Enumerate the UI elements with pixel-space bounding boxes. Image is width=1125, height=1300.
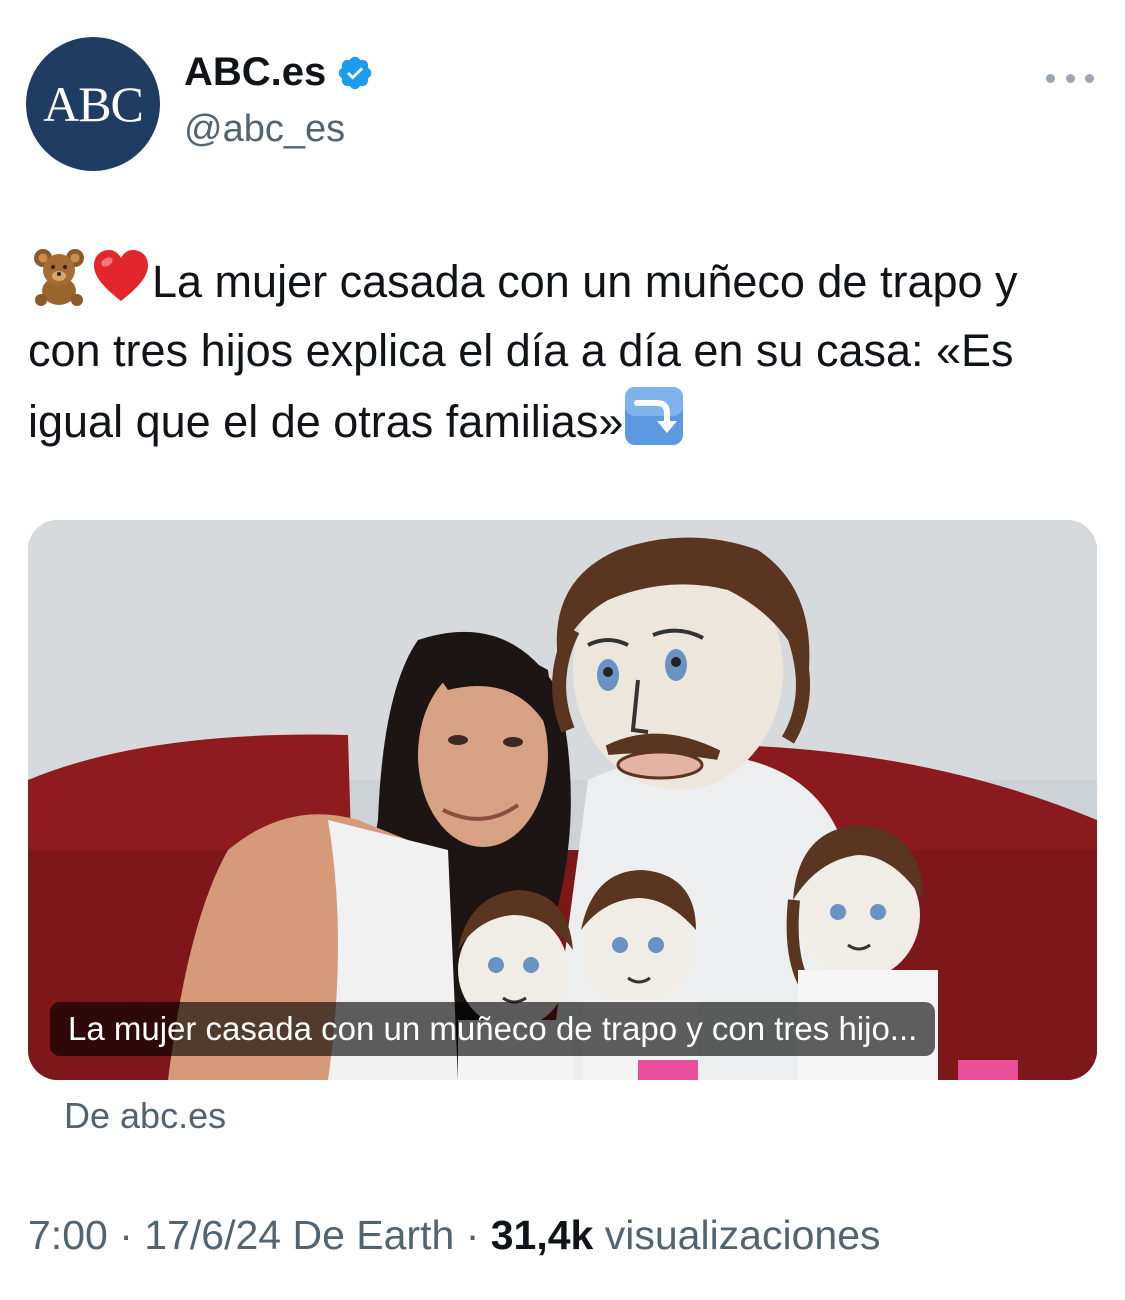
views-label: visualizaciones	[604, 1212, 881, 1258]
down-right-arrow-icon	[625, 387, 684, 445]
separator-dot: ·	[465, 1212, 491, 1258]
card-photo	[28, 520, 1097, 1080]
tweet-time[interactable]: 7:00	[28, 1212, 108, 1258]
author-avatar[interactable]: ABC	[26, 37, 160, 171]
link-preview-card[interactable]: La mujer casada con un muñeco de trapo y…	[28, 520, 1097, 1080]
red-heart-icon	[94, 250, 148, 301]
teddy-bear-icon	[34, 249, 84, 306]
views-count: 31,4k	[490, 1212, 594, 1258]
tweet-via: De Earth	[292, 1212, 455, 1258]
avatar-logo-text: ABC	[43, 76, 144, 132]
separator-dot: ·	[119, 1212, 145, 1258]
author-name[interactable]: ABC.es	[184, 50, 374, 95]
verified-badge-icon	[339, 56, 372, 89]
author-display-name: ABC.es	[184, 50, 327, 94]
tweet-body: La mujer casada con un muñeco de trapo y…	[28, 256, 1018, 447]
card-source-link[interactable]: De abc.es	[64, 1095, 226, 1137]
tweet-meta: 7:00 · 17/6/24 De Earth · 31,4k visualiz…	[28, 1212, 881, 1259]
more-options-icon[interactable]	[1046, 70, 1094, 86]
card-title: La mujer casada con un muñeco de trapo y…	[50, 1002, 936, 1056]
tweet-date[interactable]: 17/6/24	[144, 1212, 281, 1258]
tweet-text: La mujer casada con un muñeco de trapo y…	[28, 245, 1098, 456]
author-handle[interactable]: @abc_es	[184, 108, 345, 151]
